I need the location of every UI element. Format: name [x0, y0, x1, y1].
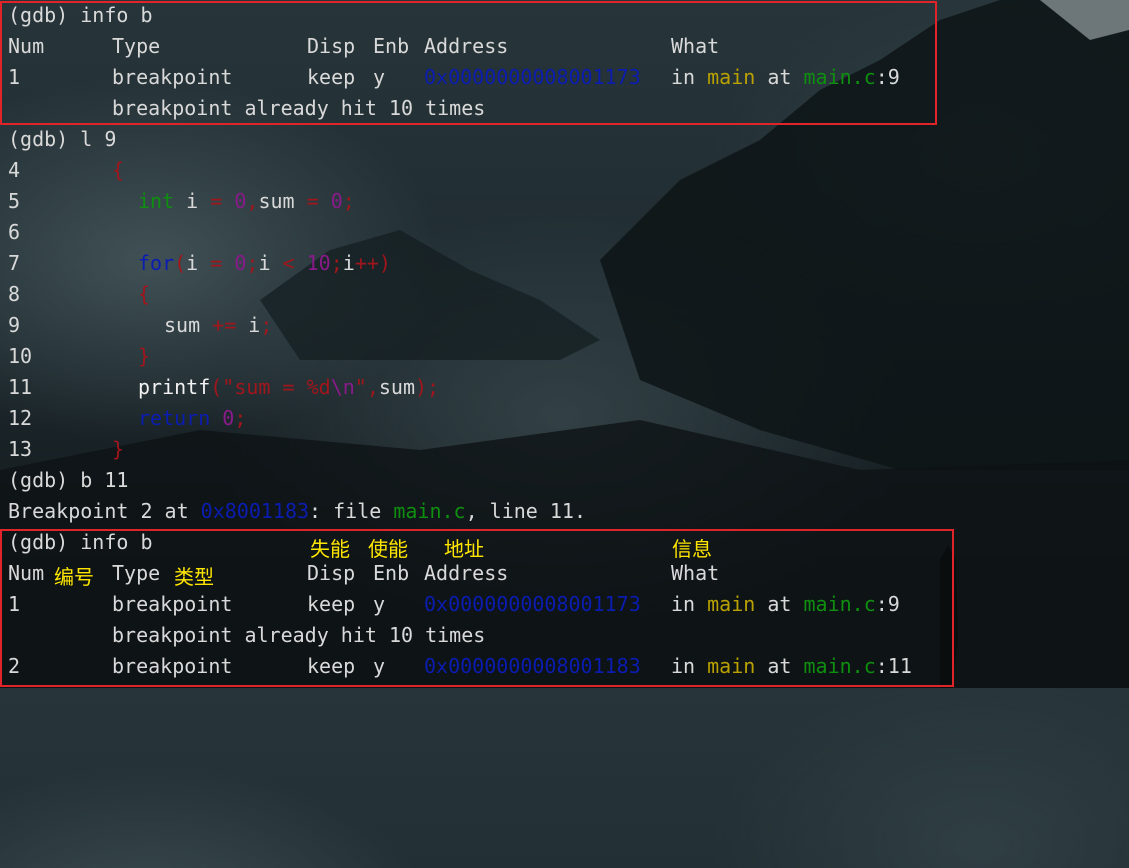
- source-line-10: 10 }: [8, 344, 151, 368]
- source-line-4: 4 {: [8, 155, 608, 186]
- source-line-13: 13 }: [8, 434, 608, 465]
- source-line-6: 6: [8, 220, 21, 244]
- row-what: in main at main.c:9: [671, 65, 900, 89]
- source-line-5: 5 int i = 0,sum = 0;: [8, 189, 355, 213]
- header-enb: Enb: [373, 561, 410, 585]
- breakpoint-table-header: Num Type Disp Enb Address What: [8, 31, 1108, 62]
- annotation-num: 编号: [54, 565, 94, 589]
- breakpoint-table-header-2: Num Type Disp Enb Address What: [8, 558, 1108, 589]
- source-line-9: 9 sum += i;: [8, 313, 273, 337]
- source-line-8: 8 {: [8, 282, 151, 306]
- gdb-prompt-info-b: (gdb) info b: [8, 3, 153, 27]
- annotation-disp: 失能: [310, 537, 350, 561]
- annotation-enb: 使能: [368, 537, 408, 561]
- header-disp: Disp: [307, 561, 356, 585]
- header-address: Address: [424, 34, 509, 58]
- brace-open: {: [112, 158, 125, 182]
- breakpoint-row-1: 1 breakpoint keep y 0x0000000008001173 i…: [8, 592, 900, 616]
- header-enb: Enb: [373, 34, 410, 58]
- row-num: 1: [8, 65, 21, 89]
- header-what: What: [671, 34, 720, 58]
- annotation-address: 地址: [444, 537, 484, 561]
- header-num: Num: [8, 561, 45, 585]
- row-enb: y: [373, 65, 386, 89]
- breakpoint-row: 1 breakpoint keep y 0x0000000008001173 i…: [8, 62, 1108, 93]
- row-address: 0x0000000008001173: [424, 65, 641, 89]
- header-address: Address: [424, 561, 509, 585]
- brace-close: }: [112, 437, 125, 461]
- header-type: Type: [112, 561, 161, 585]
- source-line-11: 11 printf("sum = %d\n",sum);: [8, 375, 440, 399]
- source-line-12: 12 return 0;: [8, 406, 247, 430]
- header-num: Num: [8, 34, 45, 58]
- source-line-7: 7 for(i = 0;i < 10;i++): [8, 251, 391, 275]
- gdb-prompt-break: (gdb) b 11: [8, 468, 129, 492]
- gdb-prompt-info-b-2: (gdb) info b: [8, 530, 153, 554]
- breakpoint-set-message: Breakpoint 2 at 0x8001183: file main.c, …: [8, 499, 586, 523]
- annotation-type: 类型: [174, 565, 214, 589]
- header-disp: Disp: [307, 34, 356, 58]
- row-disp: keep: [307, 65, 356, 89]
- annotation-what: 信息: [672, 537, 712, 561]
- header-what: What: [671, 561, 720, 585]
- header-type: Type: [112, 34, 161, 58]
- gdb-prompt-list: (gdb) l 9: [8, 127, 117, 151]
- row-type: breakpoint: [112, 65, 233, 89]
- breakpoint-row-2: 2 breakpoint keep y 0x0000000008001183 i…: [8, 654, 912, 678]
